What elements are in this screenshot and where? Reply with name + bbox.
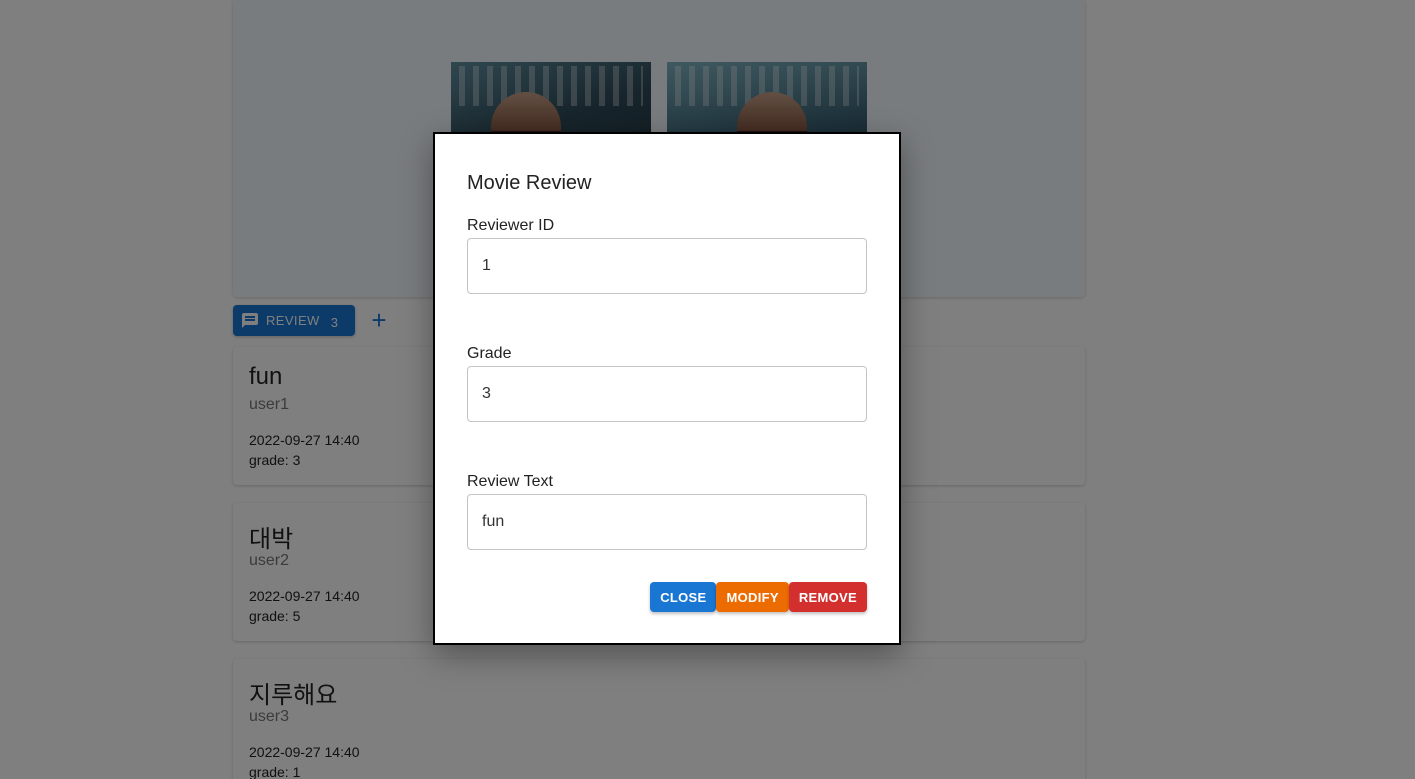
- review-text-label: Review Text: [467, 473, 553, 490]
- remove-button[interactable]: REMOVE: [788, 582, 867, 612]
- modal-actions: CLOSE MODIFY REMOVE: [650, 582, 867, 612]
- grade-label: Grade: [467, 345, 512, 362]
- movie-review-modal: Movie Review Reviewer ID Grade Review Te…: [433, 132, 901, 645]
- reviewer-id-input[interactable]: [467, 238, 867, 294]
- grade-input[interactable]: [467, 366, 867, 422]
- close-button[interactable]: CLOSE: [650, 582, 717, 612]
- modal-title: Movie Review: [467, 172, 592, 194]
- modify-button[interactable]: MODIFY: [716, 582, 789, 612]
- reviewer-id-label: Reviewer ID: [467, 217, 555, 234]
- review-text-input[interactable]: [467, 494, 867, 550]
